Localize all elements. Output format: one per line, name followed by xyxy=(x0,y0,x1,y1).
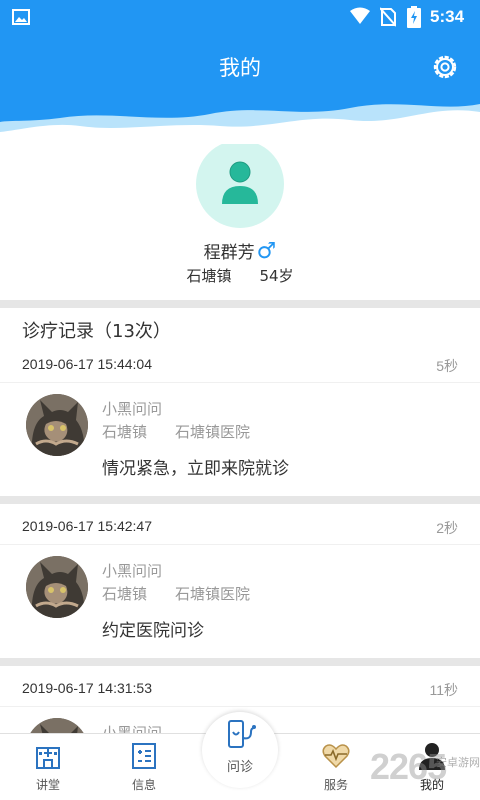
record-divider xyxy=(0,706,480,707)
profile-name: 程群芳 xyxy=(203,243,255,263)
nav-label-consult: 问诊 xyxy=(226,760,253,775)
watermark-number: 2265 xyxy=(370,746,447,787)
records-title: 诊疗记录（13次） xyxy=(22,321,171,342)
record-duration: 11秒 xyxy=(429,682,458,698)
clock: 5:34 xyxy=(430,7,465,26)
record-separator xyxy=(0,658,480,666)
record-item[interactable]: 2019-06-17 15:44:04 5秒 小黑问问 石塘镇 石塘镇医院 情况紧… xyxy=(0,346,480,496)
record-message: 情况紧急，立即来院就诊 xyxy=(102,459,289,479)
record-doctor: 小黑问问 xyxy=(102,724,163,733)
cat-photo-icon xyxy=(26,556,88,618)
cat-photo-icon xyxy=(26,718,88,733)
record-duration: 5秒 xyxy=(436,358,458,374)
wifi-icon xyxy=(350,7,370,24)
record-separator xyxy=(0,496,480,504)
record-place: 石塘镇 石塘镇医院 xyxy=(102,421,250,442)
watermark-text: 安卓游网 xyxy=(436,756,480,769)
nav-label-service: 服务 xyxy=(323,778,348,792)
gear-icon[interactable] xyxy=(430,52,460,82)
cat-photo-icon xyxy=(26,394,88,456)
profile-name-row: 程群芳♂ xyxy=(0,238,480,264)
nav-item-consult[interactable]: 问诊 xyxy=(202,712,278,788)
record-datetime: 2019-06-17 15:44:04 xyxy=(22,356,152,372)
nav-item-lecture[interactable]: 讲堂 xyxy=(13,742,83,793)
nav-item-info[interactable]: 信息 xyxy=(109,742,179,793)
record-hospital: 石塘镇医院 xyxy=(175,423,251,441)
image-notification-icon xyxy=(12,9,30,25)
hospital-icon xyxy=(36,747,60,769)
nav-item-service[interactable]: 服务 xyxy=(301,742,371,793)
header-wave-background xyxy=(0,34,480,144)
doctor-avatar xyxy=(26,718,88,733)
record-doctor: 小黑问问 xyxy=(102,562,163,580)
page-title: 我的 xyxy=(219,56,261,80)
male-gender-icon: ♂ xyxy=(256,239,277,264)
record-message: 约定医院问诊 xyxy=(102,621,204,641)
profile-info-row: 石塘镇 54岁 xyxy=(0,265,480,286)
status-bar: 5:34 xyxy=(0,0,480,34)
record-datetime: 2019-06-17 15:42:47 xyxy=(22,518,152,534)
doctor-avatar xyxy=(26,394,88,456)
heart-pulse-icon xyxy=(322,744,350,769)
record-divider xyxy=(0,382,480,383)
watermark: 2265 安卓游网 xyxy=(370,740,480,800)
record-duration: 2秒 xyxy=(436,520,458,536)
nav-label-lecture: 讲堂 xyxy=(35,778,60,792)
section-divider xyxy=(0,300,480,308)
record-town: 石塘镇 xyxy=(102,585,148,603)
record-doctor: 小黑问问 xyxy=(102,400,163,418)
battery-charging-icon xyxy=(407,6,421,28)
record-hospital: 石塘镇医院 xyxy=(175,585,251,603)
record-place: 石塘镇 石塘镇医院 xyxy=(102,583,250,604)
profile-section: 程群芳♂ 石塘镇 54岁 xyxy=(0,130,480,300)
doctor-avatar xyxy=(26,556,88,618)
avatar[interactable] xyxy=(196,140,284,228)
record-item[interactable]: 2019-06-17 15:42:47 2秒 小黑问问 石塘镇 石塘镇医院 约定医… xyxy=(0,508,480,658)
user-avatar-icon xyxy=(222,161,258,204)
record-town: 石塘镇 xyxy=(102,423,148,441)
profile-town: 石塘镇 xyxy=(186,267,232,285)
nav-label-info: 信息 xyxy=(131,778,156,792)
record-divider xyxy=(0,544,480,545)
no-sim-icon xyxy=(380,7,396,27)
profile-age: 54岁 xyxy=(259,267,294,285)
info-list-icon xyxy=(132,743,156,769)
header: 我的 xyxy=(0,34,480,144)
record-datetime: 2019-06-17 14:31:53 xyxy=(22,680,152,696)
phone-stethoscope-icon xyxy=(228,720,256,748)
